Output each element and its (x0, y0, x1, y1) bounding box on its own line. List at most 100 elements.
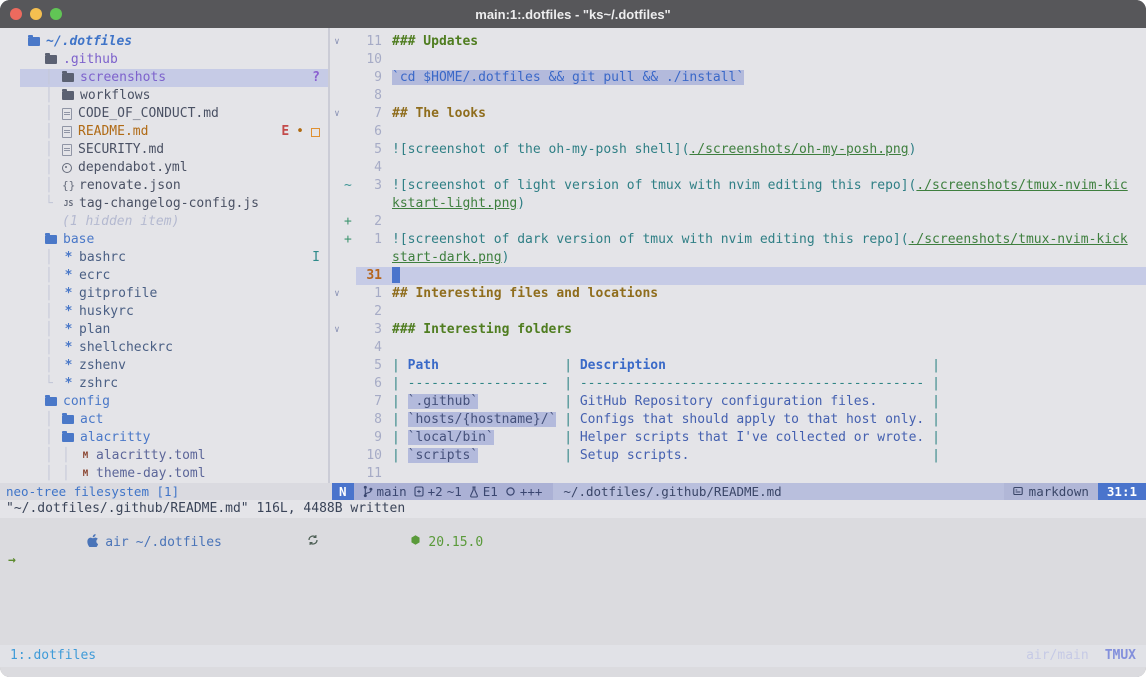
tree-item-shellcheckrc[interactable]: │*shellcheckrc (20, 339, 328, 357)
editor-line[interactable]: 9`cd $HOME/.dotfiles && git pull && ./in… (330, 69, 1146, 87)
cmdline-message: "~/.dotfiles/.github/README.md" 116L, 44… (0, 500, 1146, 518)
editor-line[interactable]: 8 (330, 87, 1146, 105)
editor-line[interactable]: 6| ------------------ | ----------------… (330, 375, 1146, 393)
tree-item-alacritty[interactable]: │alacritty (20, 429, 328, 447)
syntax-segment: | (392, 394, 408, 409)
sign-column (344, 267, 356, 285)
syntax-segment: | (932, 358, 940, 373)
tree-item-ecrc[interactable]: │*ecrc (20, 267, 328, 285)
fold-column (330, 393, 344, 411)
tree-guide (28, 141, 45, 159)
tree-item-huskyrc[interactable]: │*huskyrc (20, 303, 328, 321)
tree-item-dependabot-yml[interactable]: │dependabot.yml (20, 159, 328, 177)
syntax-segment: ) (502, 250, 510, 265)
editor-line[interactable]: 4 (330, 159, 1146, 177)
tree-item-theme-day-toml[interactable]: ││Mtheme-day.toml (20, 465, 328, 483)
editor-line[interactable]: ∨11### Updates (330, 33, 1146, 51)
minimize-button[interactable] (30, 8, 42, 20)
tmux-window-tab[interactable]: 1:.dotfiles (10, 645, 96, 667)
shell-input-line[interactable]: → (0, 552, 1146, 570)
editor-line[interactable]: +1![screenshot of dark version of tmux w… (330, 231, 1146, 249)
editor-line[interactable]: kstart-light.png) (330, 195, 1146, 213)
tree-item-config[interactable]: config (20, 393, 328, 411)
tree-guide: │ (45, 357, 62, 375)
editor-line[interactable]: +2 (330, 213, 1146, 231)
gutter-gap (382, 87, 392, 105)
syntax-segment: Configs that should apply to that host o… (580, 412, 924, 427)
editor-buffer[interactable]: ∨11### Updates109`cd $HOME/.dotfiles && … (330, 28, 1146, 483)
tree-item-alacritty-toml[interactable]: ││Malacritty.toml (20, 447, 328, 465)
tmux-status-bar: 1:.dotfiles air/main TMUX (0, 645, 1146, 667)
sign-column (344, 159, 356, 177)
editor-line[interactable]: 11 (330, 465, 1146, 483)
tree-item-act[interactable]: │act (20, 411, 328, 429)
syntax-segment (877, 394, 932, 409)
fold-column (330, 357, 344, 375)
gutter-gap (382, 321, 392, 339)
buffer-icon (414, 486, 424, 497)
editor-line[interactable]: 5![screenshot of the oh-my-posh shell](.… (330, 141, 1146, 159)
tmux-label: TMUX (1105, 645, 1136, 667)
tree-item-zshenv[interactable]: │*zshenv (20, 357, 328, 375)
line-text: | `scripts` | Setup scripts. | (392, 447, 1146, 465)
tree-item-screenshots[interactable]: │screenshots? (20, 69, 328, 87)
tree-guide: │ (45, 87, 62, 105)
syntax-segment (478, 394, 564, 409)
status-extra: +++ (505, 483, 543, 500)
star-icon: * (62, 339, 75, 357)
editor-line[interactable]: 31 (330, 267, 1146, 285)
editor-line[interactable]: 9| `local/bin` | Helper scripts that I'v… (330, 429, 1146, 447)
tree-item-gitprofile[interactable]: │*gitprofile (20, 285, 328, 303)
fold-chevron-icon[interactable]: ∨ (330, 33, 344, 51)
tree-item-renovate-json[interactable]: │{}renovate.json (20, 177, 328, 195)
tree-item-readme-md[interactable]: │README.mdE• (20, 123, 328, 141)
sign-column (344, 375, 356, 393)
tree-item-bashrc[interactable]: │*bashrcI (20, 249, 328, 267)
tree-item-workflows[interactable]: │workflows (20, 87, 328, 105)
fold-column (330, 411, 344, 429)
git-sign: + (344, 231, 356, 249)
editor-line[interactable]: ∨1## Interesting files and locations (330, 285, 1146, 303)
editor-line[interactable]: 8| `hosts/{hostname}/` | Configs that sh… (330, 411, 1146, 429)
editor-line[interactable]: ∨7## The looks (330, 105, 1146, 123)
fold-column (330, 195, 344, 213)
editor-line[interactable]: 6 (330, 123, 1146, 141)
syntax-segment: ) (909, 142, 917, 157)
tree-item-base[interactable]: base (20, 231, 328, 249)
tree-guide (28, 429, 45, 447)
tree-item-code-of-conduct-md[interactable]: │CODE_OF_CONDUCT.md (20, 105, 328, 123)
fold-chevron-icon[interactable]: ∨ (330, 285, 344, 303)
tree-label: ecrc (79, 267, 110, 285)
editor-line[interactable]: 4 (330, 339, 1146, 357)
tree-item-tag-changelog-config-js[interactable]: └JStag-changelog-config.js (20, 195, 328, 213)
fold-column (330, 123, 344, 141)
folder-blue-icon (62, 415, 74, 424)
tree-item-1-hidden-item[interactable]: (1 hidden item) (20, 213, 328, 231)
tree-item-zshrc[interactable]: └*zshrc (20, 375, 328, 393)
close-button[interactable] (10, 8, 22, 20)
traffic-lights (10, 8, 62, 20)
dot-badge: • (296, 123, 304, 141)
fold-chevron-icon[interactable]: ∨ (330, 105, 344, 123)
tree-item-security-md[interactable]: │SECURITY.md (20, 141, 328, 159)
editor-line[interactable]: 2 (330, 303, 1146, 321)
zoom-button[interactable] (50, 8, 62, 20)
tree-guide (45, 213, 62, 231)
editor-line[interactable]: start-dark.png) (330, 249, 1146, 267)
tree-item-plan[interactable]: │*plan (20, 321, 328, 339)
fold-column (330, 141, 344, 159)
fold-column (330, 177, 344, 195)
editor-line[interactable]: 7| `.github` | GitHub Repository configu… (330, 393, 1146, 411)
editor-line[interactable]: ~3![screenshot of light version of tmux … (330, 177, 1146, 195)
gutter-gap (382, 285, 392, 303)
editor-line[interactable]: 10| `scripts` | Setup scripts. | (330, 447, 1146, 465)
tree-item-github[interactable]: .github (20, 51, 328, 69)
tree-item-dotfiles[interactable]: ~/.dotfiles (20, 33, 328, 51)
prompt-host: air (105, 534, 128, 552)
fold-chevron-icon[interactable]: ∨ (330, 321, 344, 339)
editor-line[interactable]: 5| Path | Description | (330, 357, 1146, 375)
editor-line[interactable]: ∨3### Interesting folders (330, 321, 1146, 339)
tree-guide: │ (45, 429, 62, 447)
tree-guide: │ (45, 447, 62, 465)
editor-line[interactable]: 10 (330, 51, 1146, 69)
